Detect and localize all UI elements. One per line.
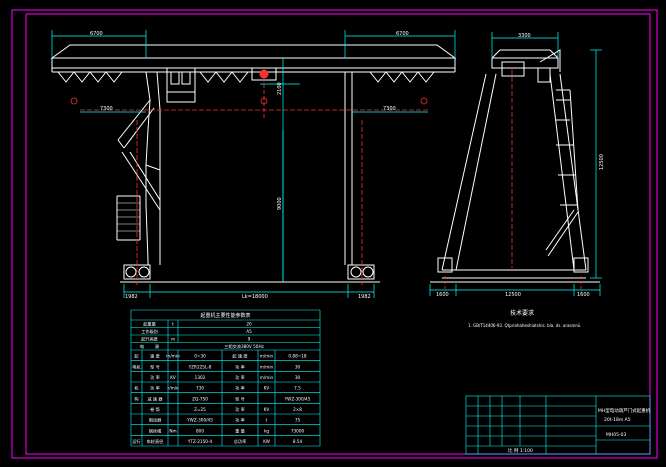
tech-requirements-body: 1. GB/T14406-93. Qtpriahaheshiatshis. bl… xyxy=(468,323,581,328)
dim-base: 12500 xyxy=(505,292,521,298)
spec-cell: 730 xyxy=(196,386,204,391)
drawing-number: MH05-03 xyxy=(606,432,626,438)
spec-cell: YWZ-300/45 xyxy=(284,396,311,401)
spec-cell: 功 率 xyxy=(235,406,245,413)
spec-cell: 1302 xyxy=(195,375,206,380)
spec-cell: 构 xyxy=(134,395,138,402)
spec-cell: KV xyxy=(170,375,176,380)
spec-top-value: A5 xyxy=(246,329,252,334)
spec-top-value: 9 xyxy=(248,337,251,342)
spec-cell: 重 量 xyxy=(235,427,245,434)
spec-cell: 30 xyxy=(295,375,301,380)
spec-cell: 运行 xyxy=(132,438,140,445)
spec-cell: 功 率 xyxy=(235,374,245,381)
spec-cell: 车轮直径 xyxy=(147,438,164,445)
tech-requirements-title: 技术要求 xyxy=(510,309,534,317)
spec-cell: 75 xyxy=(295,418,301,423)
spec-cell: 制动器 xyxy=(149,417,162,424)
dim-span: Lk=18000 xyxy=(242,294,268,300)
spec-cell: m/min xyxy=(260,354,274,359)
spec-cell: 7.5 xyxy=(294,386,301,391)
spec-cell: Nm xyxy=(169,428,176,433)
spec-cell: 速 度 xyxy=(150,353,161,360)
drawing-spec: 20t-18m A5 xyxy=(604,417,631,423)
spec-cell: 功 率 xyxy=(235,417,245,424)
spec-cell: 型 号 xyxy=(150,363,160,370)
dim-right-cantilever: 6700 xyxy=(396,31,409,37)
spec-cell: Z=25 xyxy=(194,407,206,412)
spec-cell: m/min xyxy=(166,354,180,359)
drawing-name: MH型电动葫芦门式起重机 xyxy=(598,407,651,414)
spec-top-value: 三相交流380V 50Hz xyxy=(224,343,264,350)
spec-top-label: 起升高度 xyxy=(141,336,159,343)
dim-left-cantilever: 6700 xyxy=(90,31,103,37)
dim-beam-height: 2100 xyxy=(277,82,283,95)
spec-cell: YWZ-300/45 xyxy=(186,418,213,423)
spec-cell: 电机 xyxy=(132,363,141,370)
spec-cell: m/min xyxy=(260,375,274,380)
spec-cell: YTZ-2150-4 xyxy=(187,439,213,444)
spec-cell: YZR225L-8 xyxy=(188,364,212,369)
spec-cell: 0~30 xyxy=(194,354,206,359)
spec-top-label: 工作级别 xyxy=(141,328,158,335)
spec-cell: 73000 xyxy=(291,428,305,433)
spec-top-unit: m xyxy=(171,337,175,342)
spec-cell: 总功率 xyxy=(234,438,247,445)
spec-cell: 功 率 xyxy=(150,374,160,381)
spec-top-value: 20 xyxy=(246,322,252,327)
dim-lift-height: 9000 xyxy=(277,197,283,210)
spec-cell: KV xyxy=(264,407,270,412)
dim-left-wheel: 1982 xyxy=(125,294,138,300)
spec-cell: 减 速 器 xyxy=(147,395,163,402)
spec-top-label: 起重量 xyxy=(143,321,156,328)
dim-left-base: 1600 xyxy=(436,292,449,298)
dim-right-wheel: 1982 xyxy=(358,294,371,300)
spec-cell: m/min xyxy=(260,364,274,369)
spec-cell: r/min xyxy=(167,386,178,391)
spec-cell: 2×8 xyxy=(293,407,302,412)
spec-cell: 功 率 xyxy=(150,385,160,392)
spec-cell: ZQ-750 xyxy=(192,396,208,401)
spec-cell: 8.54 xyxy=(293,439,303,444)
spec-cell: 功 率 xyxy=(235,385,245,392)
spec-cell: KV xyxy=(264,386,270,391)
dim-total-height: 12500 xyxy=(599,154,605,170)
spec-cell: 800 xyxy=(196,428,204,433)
spec-cell: 型 号 xyxy=(235,395,245,402)
spec-table-title: 起重机主要性能参数表 xyxy=(200,312,250,319)
spec-cell: kg xyxy=(264,428,269,433)
dim-top-width: 3300 xyxy=(518,33,531,39)
scale-row: 比 例 1:100 xyxy=(508,447,533,454)
spec-cell: 起 速 度 xyxy=(232,353,248,360)
drawing-canvas: 6700 6700 7300 7300 9000 2100 1982 1982 … xyxy=(0,0,666,467)
spec-cell: 钢丝绳 xyxy=(149,427,162,434)
spec-cell: 功 率 xyxy=(235,363,245,370)
spec-cell: KW xyxy=(263,439,270,444)
spec-cell: 卷 筒 xyxy=(150,406,160,413)
spec-cell: 0.88~18 xyxy=(288,354,306,359)
dim-right-base: 1600 xyxy=(577,292,590,298)
dim-right-hook-approach: 7300 xyxy=(383,106,396,112)
dim-left-hook-approach: 7300 xyxy=(100,106,113,112)
spec-cell: 30 xyxy=(295,364,301,369)
